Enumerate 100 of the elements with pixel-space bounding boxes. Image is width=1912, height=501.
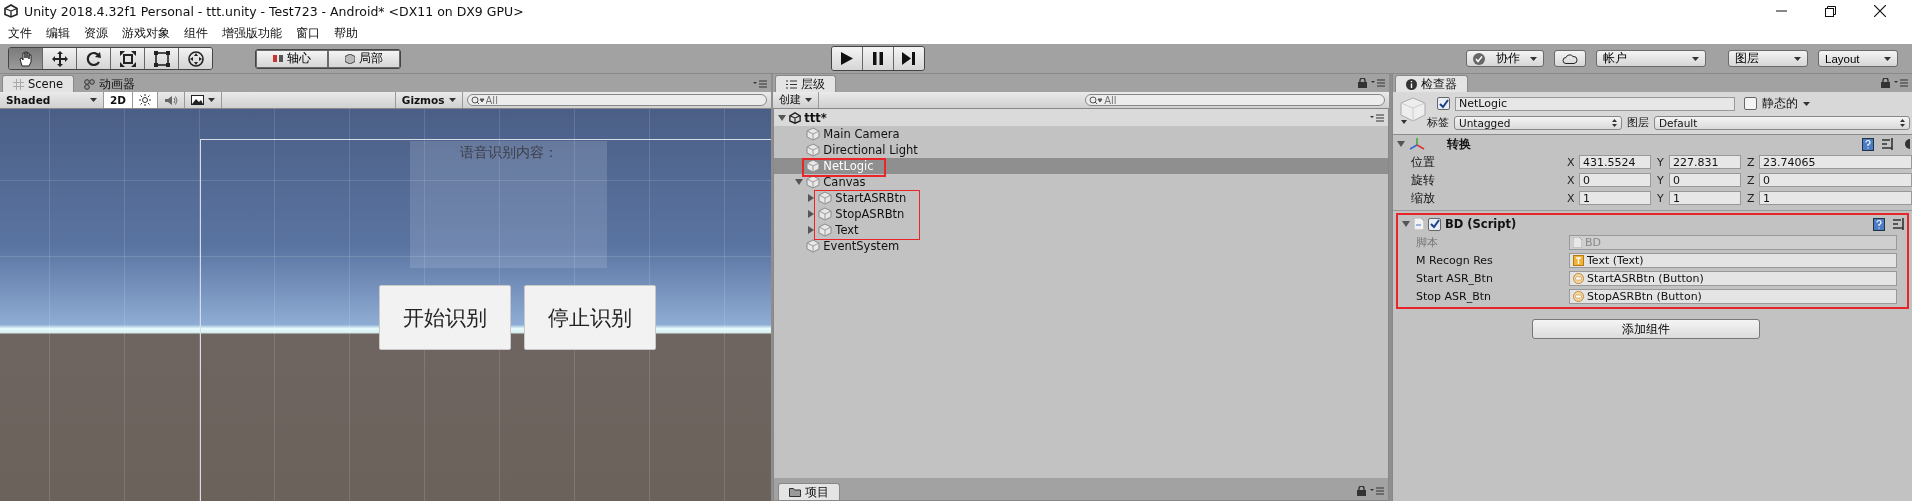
- collapsed-arrow-icon[interactable]: [806, 194, 815, 202]
- 2d-toggle[interactable]: 2D: [104, 92, 134, 108]
- search-field[interactable]: All: [1085, 94, 1386, 106]
- local-button[interactable]: 局部: [328, 49, 400, 68]
- cloud-button[interactable]: [1554, 50, 1586, 67]
- tag-label: 标签: [1427, 115, 1449, 130]
- pivot-button[interactable]: 轴心: [256, 49, 328, 68]
- lock-icon[interactable]: [1357, 486, 1367, 496]
- pivot-icon: [273, 54, 283, 63]
- restore-icon[interactable]: [1825, 5, 1836, 17]
- axis-label: Y: [1657, 191, 1665, 205]
- panel-tab[interactable]: 层级: [775, 75, 837, 92]
- menu-item[interactable]: 帮助: [334, 24, 358, 42]
- number-field[interactable]: 227.831: [1669, 155, 1741, 169]
- collapsed-arrow-icon[interactable]: [806, 226, 815, 234]
- gizmos-dropdown[interactable]: Gizmos: [394, 92, 463, 108]
- tool-button[interactable]: [111, 48, 145, 69]
- expanded-arrow-icon[interactable]: [778, 113, 787, 122]
- panel-tab[interactable]: 动画器: [74, 76, 146, 92]
- axis-label: X: [1567, 173, 1576, 187]
- play-button[interactable]: [831, 47, 863, 70]
- account-dropdown[interactable]: 帐户: [1596, 50, 1706, 67]
- hierarchy-item[interactable]: StartASRBtn: [774, 190, 1389, 206]
- tool-button[interactable]: [9, 48, 43, 69]
- object-field[interactable]: Text (Text): [1569, 252, 1897, 268]
- pause-button[interactable]: [862, 47, 894, 70]
- panel-tab[interactable]: Scene: [2, 75, 75, 92]
- close-icon[interactable]: [1874, 5, 1886, 17]
- number-field[interactable]: 0: [1669, 173, 1741, 187]
- caret-icon: [805, 98, 813, 102]
- expanded-arrow-icon[interactable]: [1402, 220, 1410, 228]
- number-field[interactable]: 0: [1579, 173, 1651, 187]
- preset-icon[interactable]: [1882, 138, 1894, 150]
- menu-item[interactable]: 增强版功能: [222, 24, 282, 42]
- property-label: 缩放: [1411, 190, 1436, 206]
- axis-label: Y: [1657, 155, 1665, 169]
- layout-dropdown[interactable]: Layout: [1818, 50, 1898, 67]
- tool-button[interactable]: [145, 48, 179, 69]
- menu-item[interactable]: 组件: [184, 24, 208, 42]
- hierarchy-item[interactable]: StopASRBtn: [774, 206, 1389, 222]
- lock-icon[interactable]: [1881, 78, 1890, 88]
- updown-icon: [1900, 118, 1905, 127]
- scene-name[interactable]: ttt*: [804, 110, 827, 125]
- enabled-checkbox[interactable]: [1428, 217, 1441, 231]
- search-field[interactable]: All: [466, 94, 767, 106]
- game-button[interactable]: 开始识别: [379, 285, 511, 350]
- menu-item[interactable]: 游戏对象: [122, 24, 170, 42]
- layer-label: 图层: [1627, 115, 1649, 130]
- object-field[interactable]: StopASRBtn (Button): [1569, 288, 1897, 304]
- preset-icon[interactable]: [1893, 218, 1905, 230]
- caret-icon: [1803, 101, 1810, 106]
- menu-item[interactable]: 文件: [8, 24, 32, 42]
- number-field[interactable]: 431.5524: [1579, 155, 1651, 169]
- speaker-icon: [164, 94, 179, 106]
- transform-icon: [186, 49, 205, 68]
- tool-button[interactable]: [77, 48, 111, 69]
- folder-icon: [789, 487, 802, 497]
- expanded-arrow-icon[interactable]: [1397, 140, 1405, 148]
- lock-icon[interactable]: [1358, 78, 1368, 88]
- tag-dropdown[interactable]: Untagged: [1454, 115, 1622, 130]
- hierarchy-item[interactable]: Directional Light: [774, 142, 1389, 158]
- collapsed-arrow-icon[interactable]: [806, 210, 815, 218]
- help-book-icon[interactable]: [1873, 217, 1885, 231]
- hierarchy-item[interactable]: Text: [774, 222, 1389, 238]
- step-button[interactable]: [893, 47, 924, 70]
- light-toggle[interactable]: [133, 92, 159, 108]
- layer-dropdown[interactable]: Default: [1654, 115, 1910, 130]
- number-field[interactable]: 1: [1759, 191, 1912, 205]
- game-button[interactable]: 停止识别: [524, 285, 656, 350]
- number-field[interactable]: 23.74065: [1759, 155, 1912, 169]
- tool-button[interactable]: [43, 48, 77, 69]
- caret-icon: [208, 98, 216, 102]
- expanded-arrow-icon[interactable]: [794, 178, 803, 186]
- menu-item[interactable]: 编辑: [46, 24, 70, 42]
- help-book-icon[interactable]: [1862, 137, 1874, 151]
- hierarchy-item[interactable]: Canvas: [774, 174, 1389, 190]
- scene-view[interactable]: 语音识别内容： 开始识别 停止识别: [0, 109, 771, 501]
- collab-dropdown[interactable]: 协作: [1466, 50, 1544, 67]
- menu-item[interactable]: 窗口: [296, 24, 320, 42]
- create-dropdown[interactable]: 创建: [773, 92, 820, 108]
- number-field[interactable]: 1: [1669, 191, 1741, 205]
- add-component-button[interactable]: 添加组件: [1531, 319, 1760, 339]
- hierarchy-item[interactable]: Main Camera: [774, 126, 1389, 142]
- layers-dropdown[interactable]: 图层: [1728, 50, 1808, 67]
- menu-item[interactable]: 资源: [84, 24, 108, 42]
- tool-button[interactable]: [179, 48, 212, 69]
- number-field[interactable]: 0: [1759, 173, 1912, 187]
- static-checkbox[interactable]: [1744, 97, 1757, 110]
- name-field[interactable]: NetLogic: [1455, 96, 1735, 111]
- menu-icon[interactable]: [1370, 113, 1385, 122]
- active-checkbox[interactable]: [1437, 97, 1450, 110]
- object-field[interactable]: StartASRBtn (Button): [1569, 270, 1897, 286]
- search-icon: [1089, 96, 1104, 105]
- hierarchy-item[interactable]: EventSystem: [774, 238, 1389, 254]
- cube-icon: [1399, 96, 1427, 126]
- cube-icon: [806, 239, 821, 253]
- panel-tab[interactable]: 项目: [778, 483, 841, 500]
- number-field[interactable]: 1: [1579, 191, 1651, 205]
- panel-tab[interactable]: 检查器: [1395, 75, 1468, 92]
- object-field: BD: [1569, 234, 1897, 250]
